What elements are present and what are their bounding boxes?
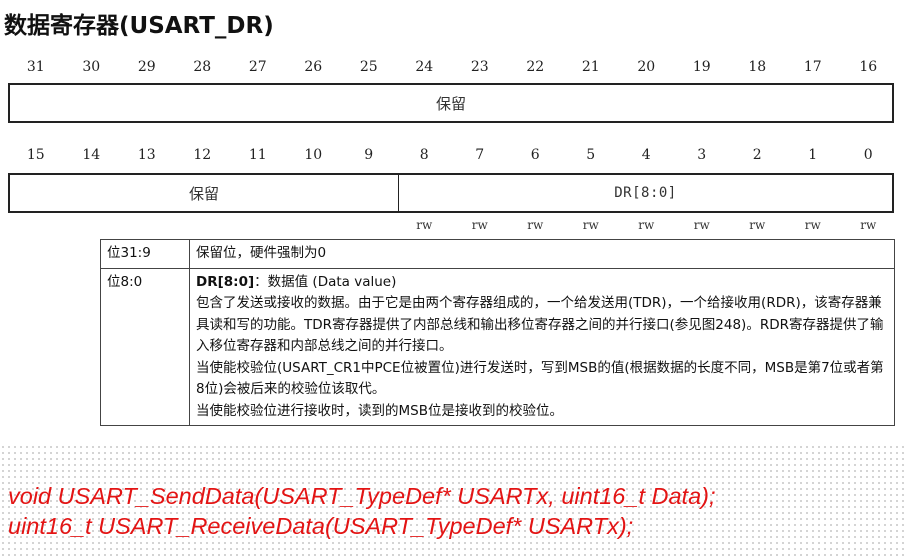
bit-number: 23 [470,59,489,75]
bit-number: 4 [641,147,651,163]
bit-number: 3 [697,147,707,163]
description-paragraph: 当使能校验位(USART_CR1中PCE位被置位)进行发送时，写到MSB的值(根… [196,359,884,398]
bit-number: 12 [193,147,212,163]
bit-number: 5 [586,147,596,163]
field-name: DR[8:0] [196,273,255,290]
register-doc: 数据寄存器(USART_DR) 31 30 29 28 27 26 25 24 23 22 21 20… [0,0,905,445]
access-label: rw [582,218,599,232]
bit-number: 27 [248,59,267,75]
bit-number: 8 [419,147,429,163]
bit-number: 17 [803,59,822,75]
bit-number: 21 [581,59,600,75]
reserved-field-lower: 保留 [10,175,398,211]
bit-number: 9 [364,147,374,163]
access-label: rw [471,218,488,232]
bit-number: 30 [82,59,101,75]
bit-number: 19 [692,59,711,75]
access-label: rw [860,218,877,232]
register-title: 数据寄存器(USART_DR) [4,13,274,39]
bit-number: 31 [26,59,45,75]
description-paragraph: 当使能校验位进行接收时，读到的MSB位是接收到的校验位。 [196,402,563,419]
bit-number: 7 [475,147,485,163]
bit-number: 14 [82,147,101,163]
access-row: rw rw rw rw rw rw rw rw rw [8,218,896,236]
bit-number: 2 [752,147,762,163]
bit-number: 25 [359,59,378,75]
code-line-receive: uint16_t USART_ReceiveData(USART_TypeDef… [8,513,634,539]
bit-description-table: 位31:9 保留位，硬件强制为0 位8:0 DR[8:0]：数据值 (Data … [100,239,895,426]
bits-cell: 位31:9 [100,239,190,269]
description-cell: DR[8:0]：数据值 (Data value) 包含了发送或接收的数据。由于它… [189,267,895,426]
bit-number: 24 [415,59,434,75]
field-desc: ：数据值 (Data value) [254,273,397,290]
access-label: rw [693,218,710,232]
bit-number: 22 [526,59,545,75]
dr-field: DR[8:0] [398,175,892,211]
bit-number: 10 [304,147,323,163]
bit-number: 18 [748,59,767,75]
reserved-label-upper: 保留 [435,94,466,113]
bit-number: 15 [26,147,45,163]
access-label: rw [749,218,766,232]
upper-register-row: 保留 [8,83,894,123]
bits-cell: 位8:0 [100,267,190,426]
field-heading: DR[8:0]：数据值 (Data value) [196,272,888,294]
lower-register-row: 保留 DR[8:0] [8,173,894,213]
bit-number: 13 [137,147,156,163]
reserved-field-upper: 保留 [10,85,892,121]
reserved-label-lower: 保留 [188,184,219,203]
bit-number: 16 [859,59,878,75]
dr-field-label: DR[8:0] [614,185,677,201]
bit-number: 26 [304,59,323,75]
access-label: rw [527,218,544,232]
access-label: rw [416,218,433,232]
bit-number: 29 [137,59,156,75]
bit-number: 0 [863,147,873,163]
access-label: rw [804,218,821,232]
description-paragraph: 包含了发送或接收的数据。由于它是由两个寄存器组成的，一个给发送用(TDR)，一个… [196,295,884,354]
code-block: void USART_SendData(USART_TypeDef* USART… [8,481,716,541]
bit-number: 11 [248,147,267,163]
code-line-send: void USART_SendData(USART_TypeDef* USART… [8,483,716,509]
table-row: 位8:0 DR[8:0]：数据值 (Data value) 包含了发送或接收的数… [100,267,895,426]
table-row: 位31:9 保留位，硬件强制为0 [100,239,895,269]
bit-number: 1 [808,147,818,163]
lower-bit-numbers: 15 14 13 12 11 10 9 8 7 6 5 4 3 2 1 0 [8,147,896,167]
bit-number: 28 [193,59,212,75]
bit-number: 20 [637,59,656,75]
upper-bit-numbers: 31 30 29 28 27 26 25 24 23 22 21 20 19 18 17 16 [8,59,896,79]
bit-number: 6 [530,147,540,163]
access-label: rw [638,218,655,232]
description-cell: 保留位，硬件强制为0 [189,239,895,269]
